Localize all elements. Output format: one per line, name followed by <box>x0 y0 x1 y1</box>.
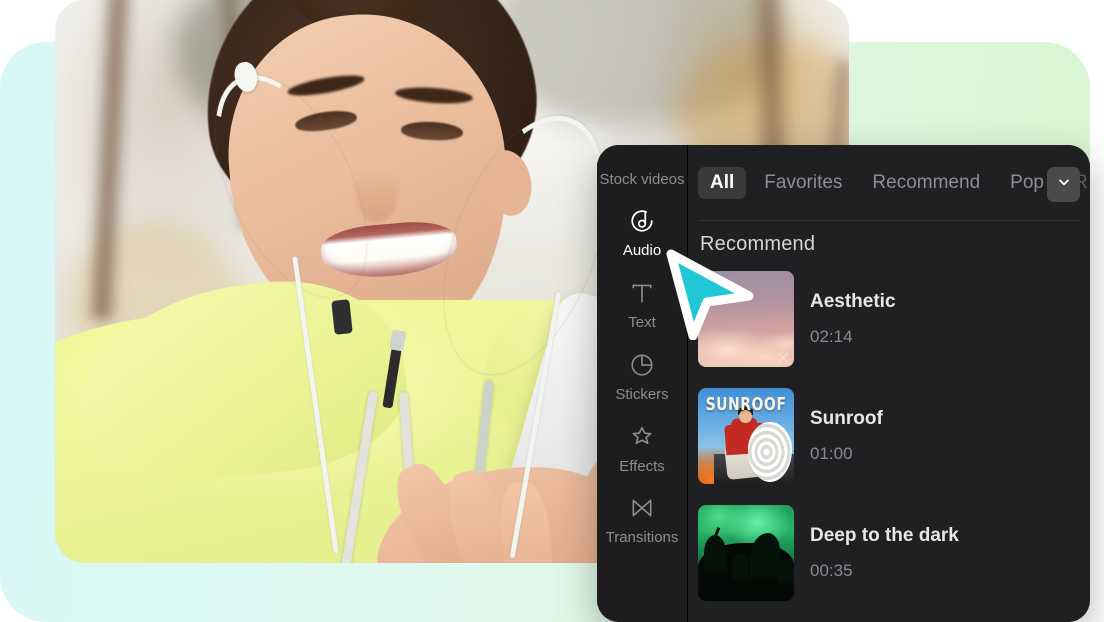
track-row-sunroof[interactable]: SUNROOF Sunroof 01:00 <box>698 388 1080 484</box>
tabbar-divider <box>698 220 1080 221</box>
green-concert-artwork <box>698 505 794 601</box>
track-duration: 02:14 <box>810 327 853 346</box>
sidebar-item-label: Audio <box>622 242 662 260</box>
effects-star-icon <box>629 424 655 450</box>
track-artwork <box>698 271 794 367</box>
sidebar-item-text[interactable]: Text <box>597 272 687 344</box>
artwork-silhouette <box>778 559 794 583</box>
track-row-deep-to-the-dark[interactable]: Deep to the dark 00:35 <box>698 505 1080 601</box>
section-title: Recommend <box>700 233 816 255</box>
track-meta: Deep to the dark 00:35 <box>810 525 959 581</box>
tab-all[interactable]: All <box>698 166 747 199</box>
sidebar-item-effects[interactable]: Effects <box>597 416 687 488</box>
track-artwork: SUNROOF <box>698 388 794 484</box>
artwork-title-text: SUNROOF <box>705 395 787 415</box>
sidebar-item-label: Transitions <box>605 529 679 547</box>
track-row-aesthetic[interactable]: Aesthetic 02:14 <box>698 271 1080 367</box>
artwork-silhouette <box>732 553 748 579</box>
track-duration: 00:35 <box>810 561 853 580</box>
sidebar-item-label: Stickers <box>615 385 669 403</box>
track-title: Sunroof <box>810 408 883 429</box>
sticker-circle-icon <box>629 352 655 378</box>
library-sidebar: Stock videos Audio Text Stickers Effects… <box>597 145 688 622</box>
tabs-more-button[interactable] <box>1047 167 1080 202</box>
track-list: Aesthetic 02:14 SUNROOF Sunroof 01:00 De… <box>688 271 1090 622</box>
sidebar-item-stickers[interactable]: Stickers <box>597 344 687 416</box>
transitions-bowtie-icon <box>629 495 655 521</box>
category-tabbar: All Favorites Recommend Pop R <box>688 145 1090 220</box>
tab-recommend[interactable]: Recommend <box>860 167 992 199</box>
text-t-icon <box>629 280 655 306</box>
artwork-silhouette <box>750 533 780 577</box>
track-meta: Sunroof 01:00 <box>810 408 883 464</box>
track-title: Aesthetic <box>810 291 896 312</box>
audio-note-icon <box>629 208 655 234</box>
sidebar-item-stock-videos[interactable]: Stock videos <box>597 159 687 200</box>
sidebar-item-audio[interactable]: Audio <box>597 200 687 272</box>
track-title: Deep to the dark <box>810 525 959 546</box>
sunroof-album-artwork: SUNROOF <box>698 388 794 484</box>
sunset-clouds-artwork <box>698 271 794 367</box>
sidebar-item-label: Effects <box>619 457 665 475</box>
sidebar-item-label: Text <box>628 314 656 332</box>
sidebar-item-transitions[interactable]: Transitions <box>597 487 687 559</box>
tab-favorites[interactable]: Favorites <box>752 167 854 199</box>
media-library-panel: Stock videos Audio Text Stickers Effects… <box>597 145 1090 622</box>
library-content: All Favorites Recommend Pop R Recommend <box>688 145 1090 622</box>
track-meta: Aesthetic 02:14 <box>810 291 896 347</box>
chevron-down-icon <box>1056 174 1072 195</box>
track-artwork <box>698 505 794 601</box>
earphone-mic-clip <box>331 299 353 335</box>
sidebar-item-label: Stock videos <box>599 171 685 188</box>
track-duration: 01:00 <box>810 444 853 463</box>
